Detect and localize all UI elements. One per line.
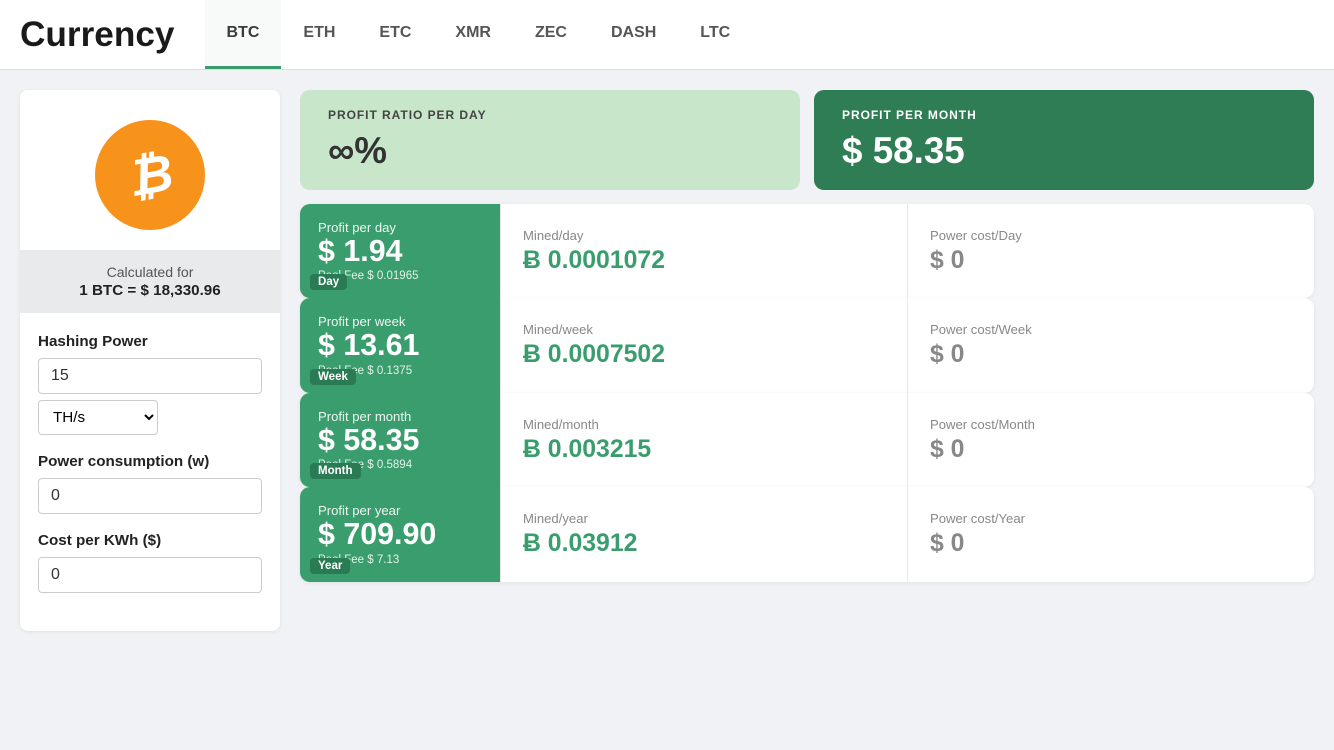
main-content: ₿ Calculated for 1 BTC = $ 18,330.96 Has… [0, 70, 1334, 651]
mined-value: Ƀ 0.0007502 [523, 341, 885, 369]
tab-xmr[interactable]: XMR [433, 0, 513, 69]
mined-label: Mined/year [523, 511, 885, 526]
profit-value: $ 13.61 [318, 329, 482, 362]
coin-header: ₿ [20, 90, 280, 250]
sidebar-form: Hashing Power TH/s GH/s MH/s Power consu… [20, 313, 280, 631]
result-left-day: Profit per day $ 1.94 Pool Fee $ 0.01965… [300, 204, 500, 298]
summary-cards: PROFIT RATIO PER DAY ∞% PROFIT PER MONTH… [300, 90, 1314, 190]
result-row: Profit per week $ 13.61 Pool Fee $ 0.137… [300, 298, 1314, 392]
page-title: Currency [20, 15, 175, 55]
result-rows: Profit per day $ 1.94 Pool Fee $ 0.01965… [300, 204, 1314, 582]
power-consumption-label: Power consumption (w) [38, 453, 262, 470]
power-consumption-input[interactable] [38, 478, 262, 514]
power-value: $ 0 [930, 247, 1292, 275]
power-cell: Power cost/Month $ 0 [907, 393, 1314, 487]
power-value: $ 0 [930, 530, 1292, 558]
period-badge: Month [310, 463, 361, 479]
power-value: $ 0 [930, 436, 1292, 464]
period-badge: Week [310, 369, 356, 385]
power-value: $ 0 [930, 341, 1292, 369]
power-cell: Power cost/Day $ 0 [907, 204, 1314, 298]
mined-value: Ƀ 0.03912 [523, 530, 885, 558]
tab-ltc[interactable]: LTC [678, 0, 752, 69]
profit-label: Profit per year [318, 503, 482, 518]
mined-label: Mined/month [523, 417, 885, 432]
profit-value: $ 1.94 [318, 235, 482, 268]
currency-nav: BTCETHETCXMRZECDASHLTC [205, 0, 753, 69]
profit-month-card: PROFIT PER MONTH $ 58.35 [814, 90, 1314, 190]
tab-eth[interactable]: ETH [281, 0, 357, 69]
profit-ratio-card: PROFIT RATIO PER DAY ∞% [300, 90, 800, 190]
calc-info: Calculated for 1 BTC = $ 18,330.96 [20, 250, 280, 313]
mined-label: Mined/day [523, 228, 885, 243]
unit-select[interactable]: TH/s GH/s MH/s [38, 400, 158, 435]
profit-month-value: $ 58.35 [842, 130, 1286, 172]
hashing-power-input[interactable] [38, 358, 262, 394]
sidebar: ₿ Calculated for 1 BTC = $ 18,330.96 Has… [20, 90, 280, 631]
result-left-month: Profit per month $ 58.35 Pool Fee $ 0.58… [300, 393, 500, 487]
btc-symbol: ₿ [123, 142, 177, 208]
power-consumption-group: Power consumption (w) [38, 453, 262, 514]
power-cell: Power cost/Week $ 0 [907, 298, 1314, 392]
power-label: Power cost/Week [930, 322, 1292, 337]
power-label: Power cost/Month [930, 417, 1292, 432]
hashing-power-label: Hashing Power [38, 333, 262, 350]
header: Currency BTCETHETCXMRZECDASHLTC [0, 0, 1334, 70]
mined-cell: Mined/week Ƀ 0.0007502 [500, 298, 907, 392]
calculated-for-label: Calculated for [107, 264, 194, 280]
mined-value: Ƀ 0.0001072 [523, 247, 885, 275]
right-panel: PROFIT RATIO PER DAY ∞% PROFIT PER MONTH… [300, 90, 1314, 631]
power-label: Power cost/Day [930, 228, 1292, 243]
profit-label: Profit per week [318, 314, 482, 329]
period-badge: Year [310, 558, 350, 574]
tab-zec[interactable]: ZEC [513, 0, 589, 69]
result-left-week: Profit per week $ 13.61 Pool Fee $ 0.137… [300, 298, 500, 392]
tab-dash[interactable]: DASH [589, 0, 678, 69]
btc-rate: 1 BTC = $ 18,330.96 [34, 282, 266, 299]
btc-logo: ₿ [95, 120, 205, 230]
period-badge: Day [310, 274, 347, 290]
profit-month-label: PROFIT PER MONTH [842, 108, 1286, 122]
profit-ratio-label: PROFIT RATIO PER DAY [328, 108, 772, 122]
profit-label: Profit per month [318, 409, 482, 424]
mined-label: Mined/week [523, 322, 885, 337]
profit-value: $ 58.35 [318, 424, 482, 457]
result-left-year: Profit per year $ 709.90 Pool Fee $ 7.13… [300, 487, 500, 581]
mined-cell: Mined/day Ƀ 0.0001072 [500, 204, 907, 298]
tab-etc[interactable]: ETC [357, 0, 433, 69]
result-row: Profit per month $ 58.35 Pool Fee $ 0.58… [300, 393, 1314, 487]
hashing-power-group: Hashing Power TH/s GH/s MH/s [38, 333, 262, 435]
cost-kwh-input[interactable] [38, 557, 262, 593]
cost-kwh-group: Cost per KWh ($) [38, 532, 262, 593]
profit-ratio-value: ∞% [328, 130, 772, 172]
result-row: Profit per year $ 709.90 Pool Fee $ 7.13… [300, 487, 1314, 581]
power-label: Power cost/Year [930, 511, 1292, 526]
profit-label: Profit per day [318, 220, 482, 235]
mined-cell: Mined/year Ƀ 0.03912 [500, 487, 907, 581]
power-cell: Power cost/Year $ 0 [907, 487, 1314, 581]
mined-value: Ƀ 0.003215 [523, 436, 885, 464]
result-row: Profit per day $ 1.94 Pool Fee $ 0.01965… [300, 204, 1314, 298]
cost-kwh-label: Cost per KWh ($) [38, 532, 262, 549]
mined-cell: Mined/month Ƀ 0.003215 [500, 393, 907, 487]
tab-btc[interactable]: BTC [205, 0, 282, 69]
profit-value: $ 709.90 [318, 518, 482, 551]
